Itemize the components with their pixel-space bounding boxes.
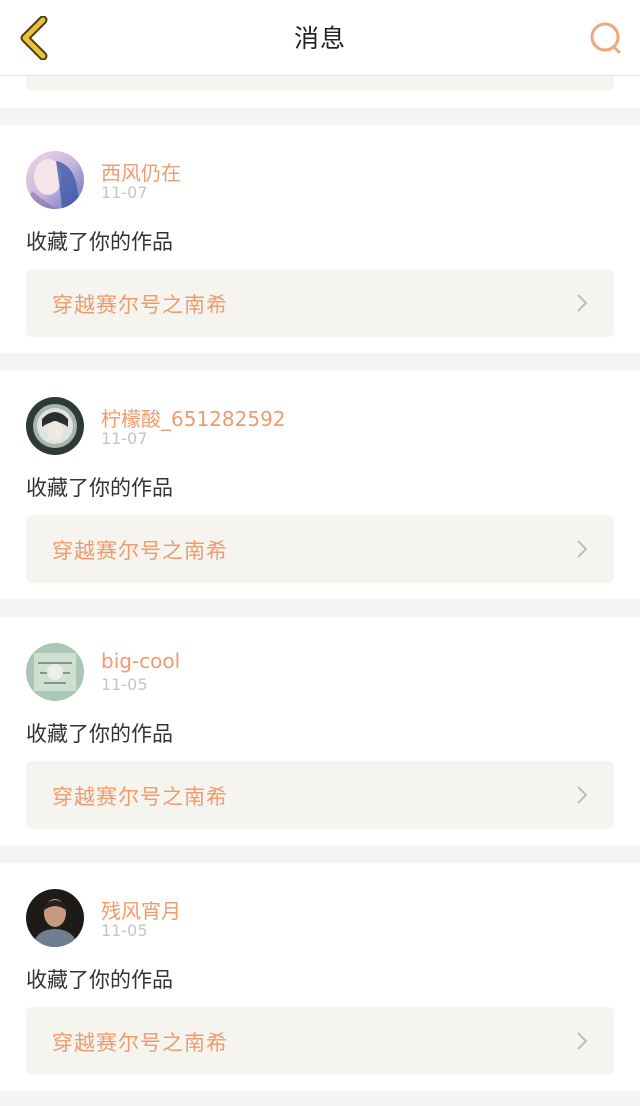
user-name[interactable]: 西风仍在 [101, 157, 181, 186]
message-card: 柠檬酸_651282592 11-07 收藏了你的作品 穿越赛尔号之南希 [0, 371, 640, 599]
message-date: 11-07 [101, 183, 148, 202]
message-date: 11-05 [101, 921, 148, 940]
action-text: 收藏了你的作品 [26, 476, 173, 500]
top-bar: 消息 [0, 0, 640, 76]
avatar[interactable] [26, 889, 84, 947]
chevron-right-icon [577, 1032, 588, 1050]
work-link[interactable]: 穿越赛尔号之南希 [26, 269, 614, 337]
work-link-partial[interactable] [26, 75, 614, 91]
message-card: 残风宵月 11-05 收藏了你的作品 穿越赛尔号之南希 [0, 863, 640, 1091]
search-icon [590, 22, 621, 54]
chevron-right-icon [577, 786, 588, 804]
action-text: 收藏了你的作品 [26, 230, 173, 254]
work-title: 穿越赛尔号之南希 [52, 1031, 228, 1055]
work-link[interactable]: 穿越赛尔号之南希 [26, 1007, 614, 1075]
avatar[interactable] [26, 397, 84, 455]
work-title: 穿越赛尔号之南希 [52, 293, 228, 317]
avatar[interactable] [26, 643, 84, 701]
user-name[interactable]: 柠檬酸_651282592 [101, 403, 286, 432]
work-link[interactable]: 穿越赛尔号之南希 [26, 515, 614, 583]
message-date: 11-07 [101, 429, 148, 448]
chevron-right-icon [577, 294, 588, 312]
message-card: big-cool 11-05 收藏了你的作品 穿越赛尔号之南希 [0, 617, 640, 845]
user-name[interactable]: 残风宵月 [101, 895, 181, 924]
user-name[interactable]: big-cool [101, 649, 180, 673]
work-title: 穿越赛尔号之南希 [52, 539, 228, 563]
chevron-right-icon [577, 540, 588, 558]
action-text: 收藏了你的作品 [26, 968, 173, 992]
page-title: 消息 [293, 24, 346, 53]
previous-message-card [0, 75, 640, 108]
action-text: 收藏了你的作品 [26, 722, 173, 746]
search-button[interactable] [586, 16, 626, 60]
message-card: 西风仍在 11-07 收藏了你的作品 穿越赛尔号之南希 [0, 125, 640, 353]
avatar[interactable] [26, 151, 84, 209]
work-title: 穿越赛尔号之南希 [52, 785, 228, 809]
work-link[interactable]: 穿越赛尔号之南希 [26, 761, 614, 829]
message-date: 11-05 [101, 675, 148, 694]
